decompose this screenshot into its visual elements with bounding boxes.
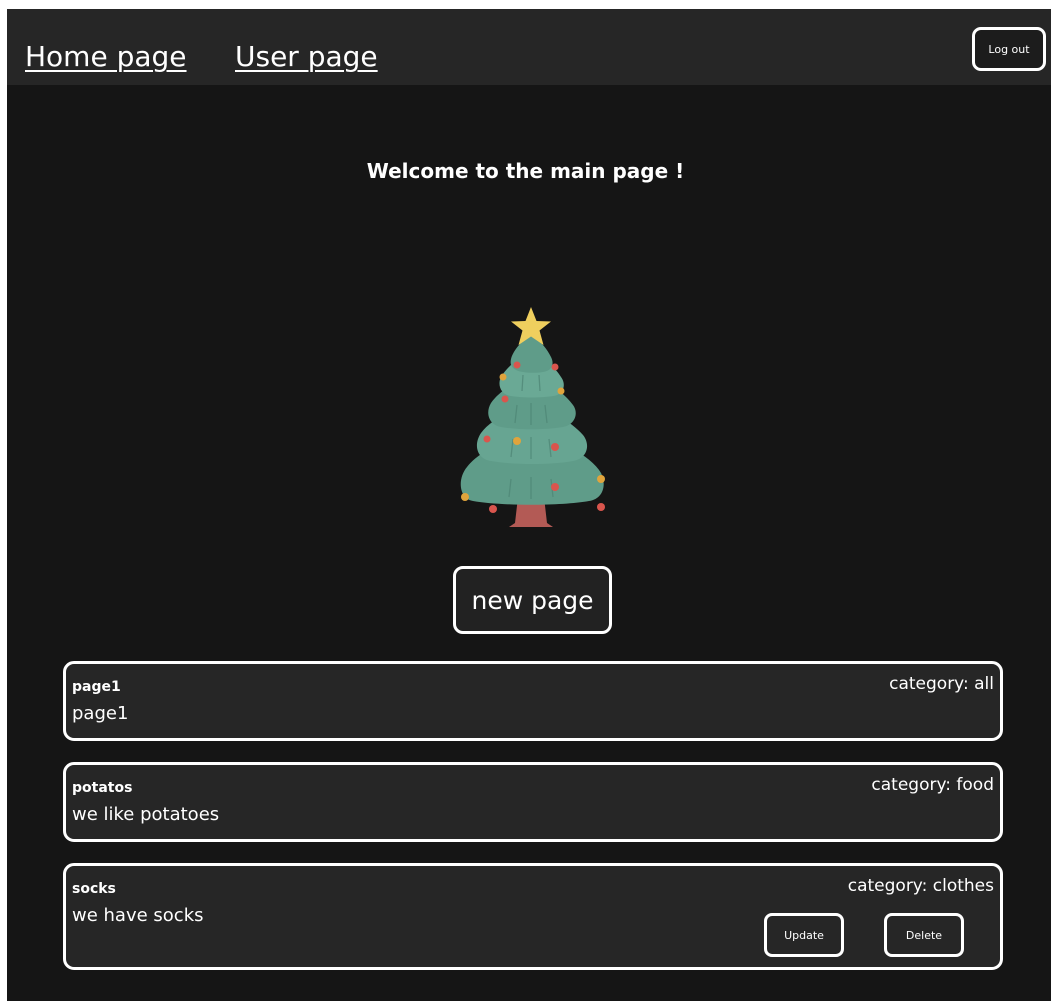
page-card-content: we like potatoes <box>72 804 220 825</box>
page-card-title: socks <box>72 881 116 897</box>
app-window: Home page User page Log out Welcome to t… <box>7 9 1051 1001</box>
page-card-content: we have socks <box>72 905 204 926</box>
navbar: Home page User page Log out <box>7 9 1051 85</box>
new-page-button[interactable]: new page <box>453 566 612 634</box>
page-title: Welcome to the main page ! <box>366 159 685 183</box>
page-card-title: potatos <box>72 780 133 796</box>
page-card-title: page1 <box>72 679 121 695</box>
christmas-tree-icon <box>460 307 605 527</box>
page-card[interactable]: socks we have socks category: clothes Up… <box>63 863 1003 970</box>
page-card-category: category: all <box>889 674 994 694</box>
page-card[interactable]: page1 page1 category: all <box>63 661 1003 741</box>
page-card-category: category: clothes <box>847 876 994 896</box>
logout-button[interactable]: Log out <box>972 27 1046 71</box>
home-page-link[interactable]: Home page <box>25 39 187 75</box>
update-button[interactable]: Update <box>764 913 844 957</box>
user-page-link[interactable]: User page <box>235 39 378 75</box>
page-card-category: category: food <box>871 775 994 795</box>
page-card[interactable]: potatos we like potatoes category: food <box>63 762 1003 842</box>
delete-button[interactable]: Delete <box>884 913 964 957</box>
page-card-content: page1 <box>72 703 129 724</box>
